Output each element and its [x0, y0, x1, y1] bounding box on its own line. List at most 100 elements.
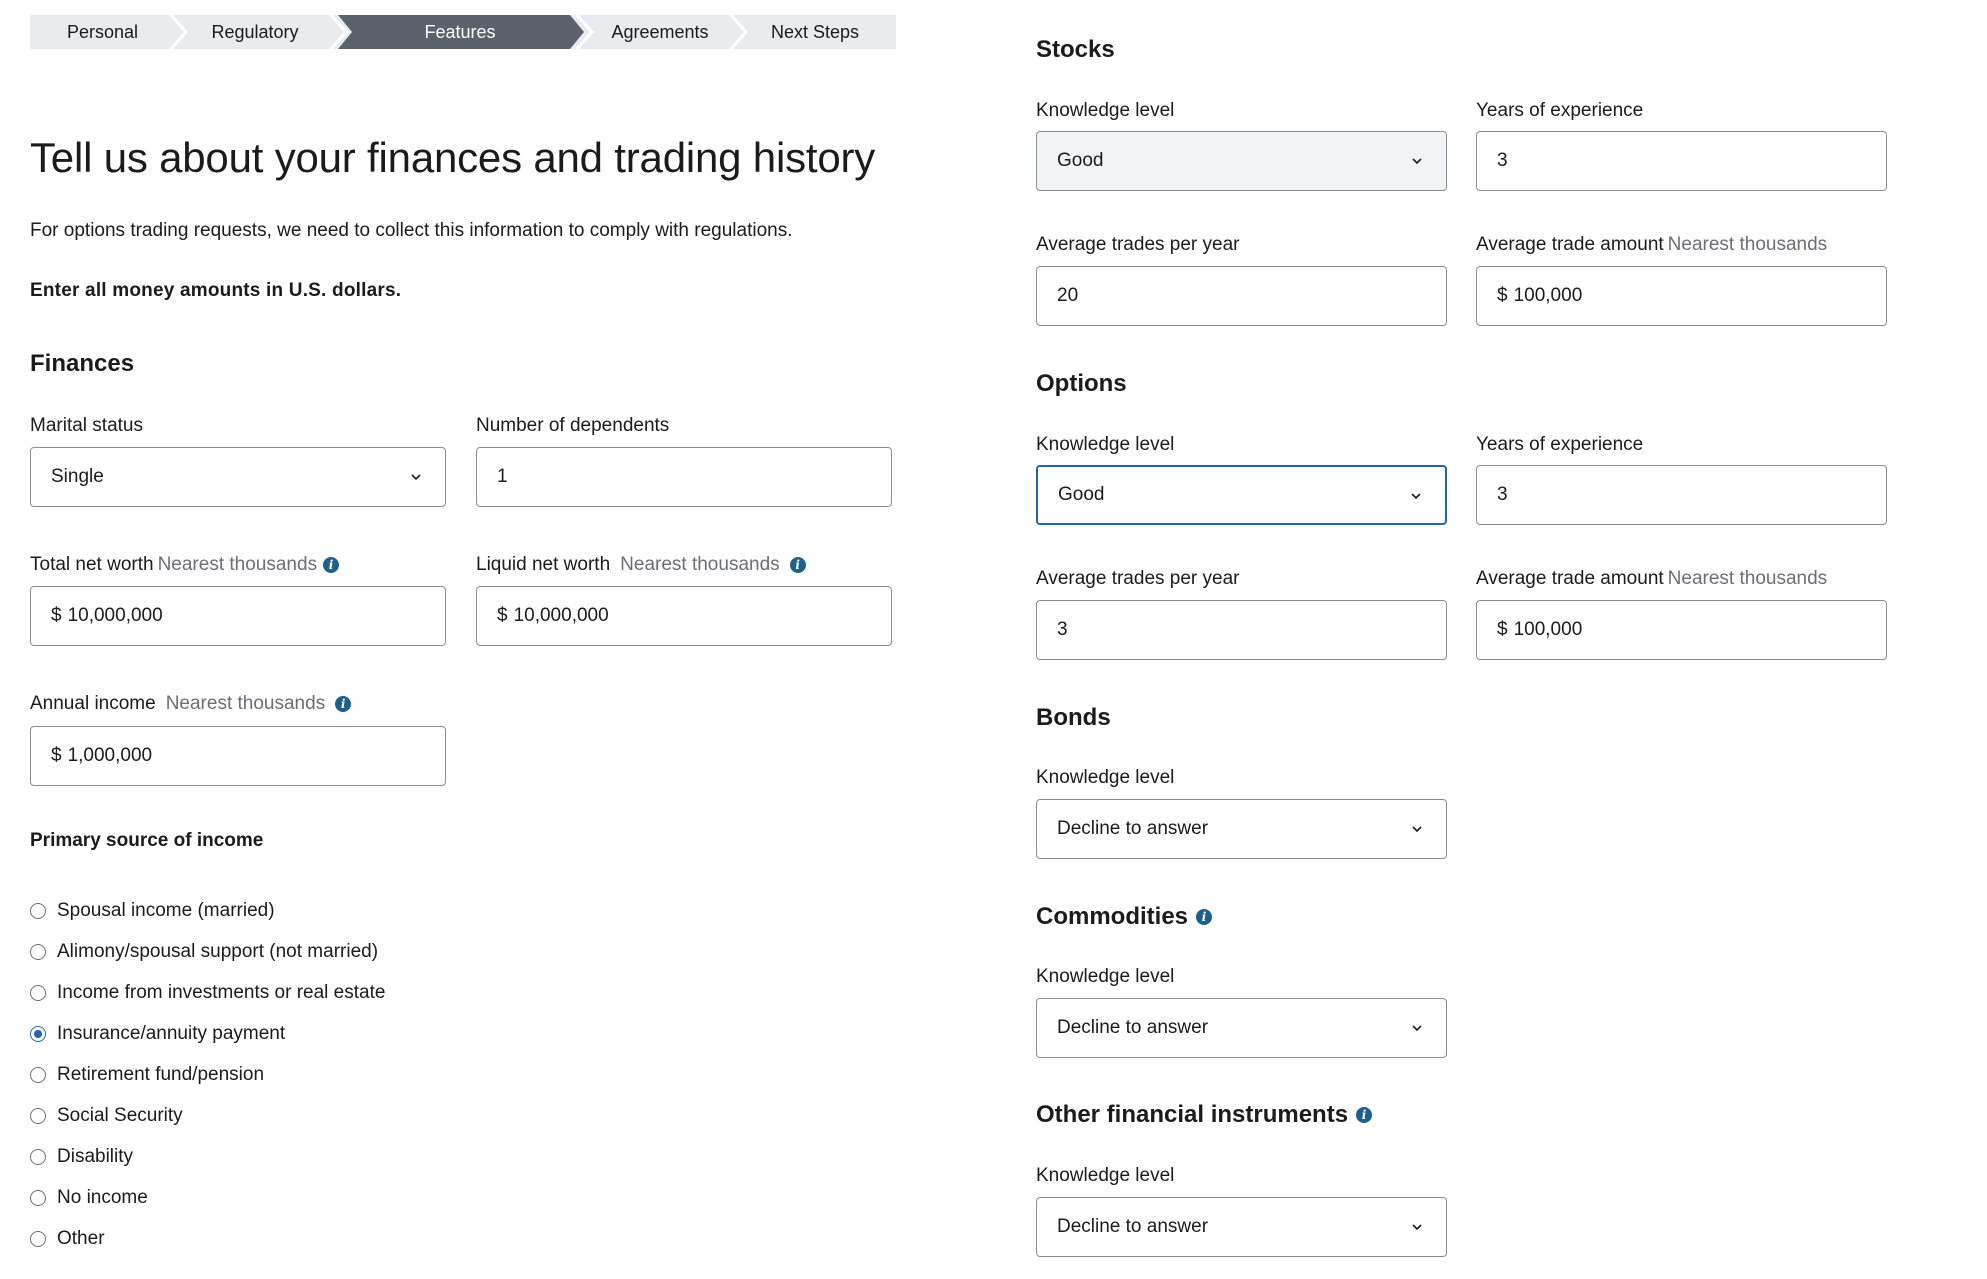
total-net-worth-value: 10,000,000 — [67, 605, 163, 626]
liquid-net-worth-hint: Nearest thousands — [620, 554, 780, 575]
total-net-worth-hint: Nearest thousands — [157, 554, 318, 575]
marital-status-label: Marital status — [30, 415, 143, 436]
radio-button[interactable] — [30, 1067, 46, 1083]
radio-button[interactable] — [30, 903, 46, 919]
radio-option[interactable]: Spousal income (married) — [30, 900, 275, 922]
radio-option[interactable]: Other — [30, 1228, 105, 1250]
other-instruments-knowledge-value: Decline to answer — [1057, 1216, 1209, 1237]
bonds-heading: Bonds — [1036, 704, 1111, 731]
options-heading: Options — [1036, 370, 1127, 397]
options-trades-input[interactable]: 3 — [1036, 600, 1447, 660]
info-icon[interactable]: i — [1196, 909, 1213, 925]
total-net-worth-label: Total net worth Nearest thousands i — [30, 554, 340, 576]
stocks-knowledge-value: Good — [1057, 150, 1104, 171]
stocks-amount-value: 100,000 — [1513, 285, 1583, 306]
liquid-net-worth-value: 10,000,000 — [513, 605, 609, 626]
liquid-net-worth-input[interactable]: $10,000,000 — [476, 586, 892, 646]
bonds-knowledge-select[interactable]: Decline to answer — [1036, 799, 1447, 859]
options-years-value: 3 — [1497, 484, 1508, 505]
stocks-trades-label: Average trades per year — [1036, 234, 1240, 255]
stocks-years-label: Years of experience — [1476, 100, 1644, 121]
options-amount-hint: Nearest thousands — [1667, 568, 1828, 589]
step-next-steps[interactable]: Next Steps — [740, 15, 890, 49]
currency-prefix: $ — [51, 605, 62, 626]
chevron-down-icon — [1412, 158, 1422, 165]
radio-button[interactable] — [30, 1149, 46, 1165]
info-icon[interactable]: i — [789, 557, 806, 573]
annual-income-label: Annual income Nearest thousands i — [30, 693, 352, 715]
options-years-label: Years of experience — [1476, 434, 1644, 455]
stocks-trades-input[interactable]: 20 — [1036, 266, 1447, 326]
radio-button[interactable] — [30, 1108, 46, 1124]
currency-prefix: $ — [1497, 285, 1508, 306]
options-years-input[interactable]: 3 — [1476, 465, 1887, 525]
currency-prefix: $ — [1497, 619, 1508, 640]
radio-button[interactable] — [30, 985, 46, 1001]
annual-income-value: 1,000,000 — [67, 745, 153, 766]
step-features[interactable]: Features — [345, 15, 575, 49]
stocks-heading: Stocks — [1036, 36, 1115, 63]
radio-button[interactable] — [30, 1231, 46, 1247]
options-amount-label: Average trade amount Nearest thousands — [1476, 568, 1828, 589]
stocks-knowledge-select[interactable]: Good — [1036, 131, 1447, 191]
stocks-amount-hint: Nearest thousands — [1667, 234, 1828, 255]
info-icon[interactable]: i — [1356, 1107, 1373, 1123]
step-personal[interactable]: Personal — [30, 15, 175, 49]
dependents-input[interactable]: 1 — [476, 447, 892, 507]
options-amount-input[interactable]: $100,000 — [1476, 600, 1887, 660]
radio-option[interactable]: Income from investments or real estate — [30, 982, 385, 1004]
stocks-trades-value: 20 — [1057, 285, 1079, 306]
options-knowledge-label: Knowledge level — [1036, 434, 1175, 455]
radio-option[interactable]: Social Security — [30, 1105, 183, 1127]
currency-prefix: $ — [497, 605, 508, 626]
other-instruments-heading: Other financial instruments i — [1036, 1101, 1373, 1129]
finances-heading: Finances — [30, 350, 135, 377]
radio-option[interactable]: Retirement fund/pension — [30, 1064, 264, 1086]
commodities-knowledge-label: Knowledge level — [1036, 966, 1175, 987]
marital-status-value: Single — [51, 466, 104, 487]
radio-option[interactable]: Alimony/spousal support (not married) — [30, 941, 378, 963]
radio-button[interactable] — [30, 944, 46, 960]
page-title: Tell us about your finances and trading … — [30, 134, 876, 181]
total-net-worth-input[interactable]: $10,000,000 — [30, 586, 446, 646]
annual-income-hint: Nearest thousands — [165, 693, 326, 714]
radio-button-checked[interactable] — [30, 1026, 46, 1042]
chevron-down-icon — [1412, 1025, 1422, 1032]
options-amount-value: 100,000 — [1513, 619, 1583, 640]
commodities-knowledge-value: Decline to answer — [1057, 1017, 1209, 1038]
commodities-knowledge-select[interactable]: Decline to answer — [1036, 998, 1447, 1058]
liquid-net-worth-label: Liquid net worth Nearest thousands i — [476, 554, 806, 576]
income-source-heading: Primary source of income — [30, 830, 264, 851]
annual-income-input[interactable]: $1,000,000 — [30, 726, 446, 786]
step-regulatory[interactable]: Regulatory — [180, 15, 330, 49]
commodities-heading: Commodities i — [1036, 903, 1213, 931]
dependents-value: 1 — [497, 466, 508, 487]
other-instruments-knowledge-label: Knowledge level — [1036, 1165, 1175, 1186]
step-agreements[interactable]: Agreements — [585, 15, 735, 49]
options-knowledge-select[interactable]: Good — [1036, 465, 1447, 525]
chevron-down-icon — [1412, 826, 1422, 833]
info-icon[interactable]: i — [335, 696, 352, 712]
marital-status-select[interactable]: Single — [30, 447, 446, 507]
currency-prefix: $ — [51, 745, 62, 766]
stocks-amount-input[interactable]: $100,000 — [1476, 266, 1887, 326]
stocks-years-input[interactable]: 3 — [1476, 131, 1887, 191]
options-knowledge-value: Good — [1058, 484, 1105, 505]
currency-note: Enter all money amounts in U.S. dollars. — [30, 280, 402, 301]
stocks-knowledge-label: Knowledge level — [1036, 100, 1175, 121]
info-icon[interactable]: i — [323, 557, 340, 573]
chevron-down-icon — [1412, 1224, 1422, 1231]
radio-option[interactable]: Disability — [30, 1146, 133, 1168]
radio-option[interactable]: No income — [30, 1187, 148, 1209]
radio-button[interactable] — [30, 1190, 46, 1206]
stocks-years-value: 3 — [1497, 150, 1508, 171]
radio-option-selected[interactable]: Insurance/annuity payment — [30, 1023, 285, 1045]
intro-text: For options trading requests, we need to… — [30, 220, 793, 241]
other-instruments-knowledge-select[interactable]: Decline to answer — [1036, 1197, 1447, 1257]
progress-stepper: Personal Regulatory Features Agreements … — [30, 15, 896, 49]
chevron-down-icon — [411, 474, 421, 481]
options-trades-value: 3 — [1057, 619, 1068, 640]
bonds-knowledge-value: Decline to answer — [1057, 818, 1209, 839]
stocks-amount-label: Average trade amount Nearest thousands — [1476, 234, 1828, 255]
chevron-down-icon — [1411, 493, 1421, 500]
